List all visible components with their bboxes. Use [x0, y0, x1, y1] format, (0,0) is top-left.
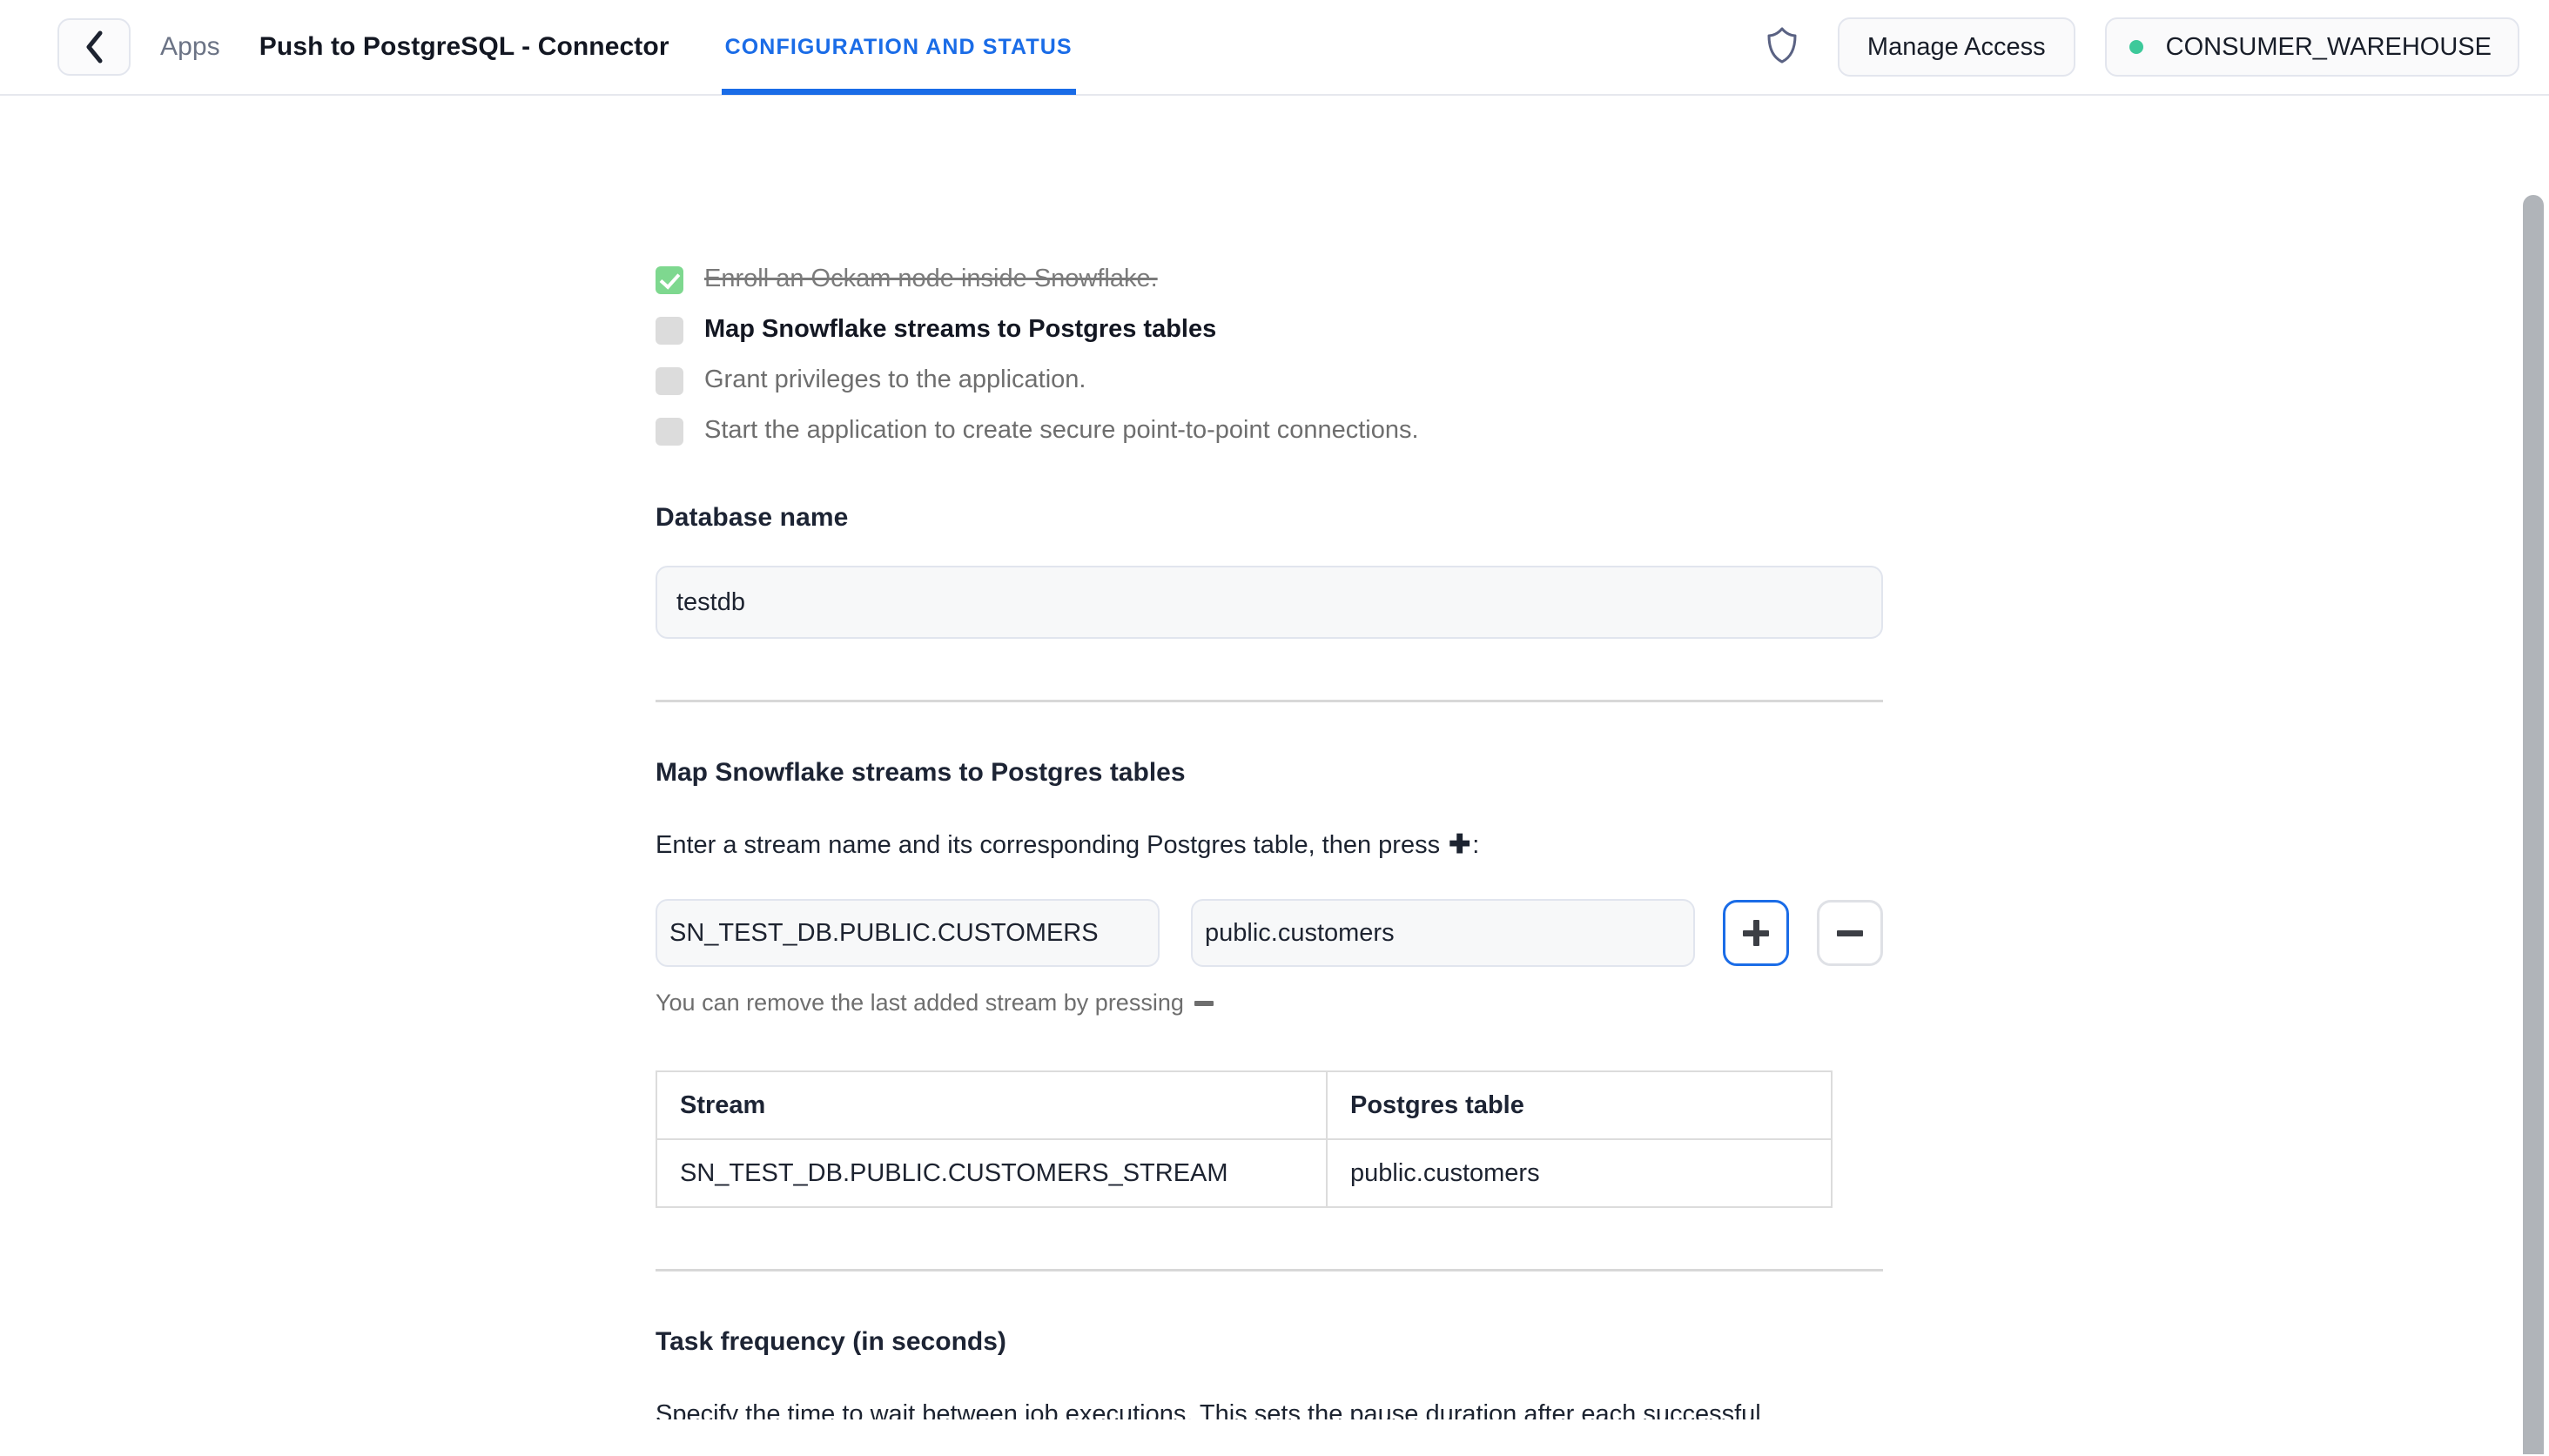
checklist-item-label: Map Snowflake streams to Postgres tables	[704, 315, 1217, 343]
checkbox-unchecked-icon[interactable]	[656, 418, 683, 446]
checklist-item-label: Grant privileges to the application.	[704, 366, 1086, 393]
setup-checklist: Enroll an Ockam node inside Snowflake. M…	[656, 261, 1883, 454]
plus-icon	[1743, 920, 1769, 946]
checkbox-checked-icon[interactable]	[656, 266, 683, 294]
cell-stream: SN_TEST_DB.PUBLIC.CUSTOMERS_STREAM	[656, 1138, 1328, 1208]
manage-access-label: Manage Access	[1866, 32, 2046, 61]
main-scroll-area: Enroll an Ockam node inside Snowflake. M…	[0, 96, 2549, 1454]
checklist-item-label: Enroll an Ockam node inside Snowflake.	[704, 265, 1158, 292]
stream-mapping-input-row	[656, 899, 1883, 967]
tab-active-underline	[721, 89, 1076, 95]
tab-label: CONFIGURATION AND STATUS	[724, 34, 1073, 59]
minus-icon	[1837, 929, 1863, 936]
section-divider	[656, 1269, 1883, 1271]
task-frequency-description: Specify the time to wait between job exe…	[656, 1400, 1761, 1419]
database-name-label: Database name	[656, 503, 849, 532]
back-button[interactable]	[57, 18, 131, 76]
checklist-item-map-streams[interactable]: Map Snowflake streams to Postgres tables	[656, 312, 1883, 353]
mapping-instruction-text-before: Enter a stream name and its correspondin…	[656, 831, 1448, 859]
stream-mapping-table: Stream Postgres table SN_TEST_DB.PUBLIC.…	[656, 1070, 1833, 1208]
top-navigation-bar: Apps Push to PostgreSQL - Connector CONF…	[0, 0, 2549, 96]
checklist-item-label: Start the application to create secure p…	[704, 416, 1419, 444]
table-row: SN_TEST_DB.PUBLIC.CUSTOMERS_STREAM publi…	[656, 1138, 1833, 1208]
table-header-row: Stream Postgres table	[656, 1070, 1833, 1140]
shield-icon-button[interactable]	[1756, 21, 1808, 73]
manage-access-button[interactable]: Manage Access	[1837, 17, 2075, 77]
checkbox-unchecked-icon[interactable]	[656, 317, 683, 345]
postgres-table-input[interactable]	[1191, 899, 1695, 967]
chevron-left-icon	[83, 30, 105, 64]
checklist-item-grant-privileges[interactable]: Grant privileges to the application.	[656, 362, 1883, 404]
checklist-item-start-application[interactable]: Start the application to create secure p…	[656, 413, 1883, 454]
minus-glyph-inline	[1194, 1000, 1214, 1006]
configuration-panel: Enroll an Ockam node inside Snowflake. M…	[656, 96, 1883, 1419]
remove-stream-hint-text: You can remove the last added stream by …	[656, 990, 1184, 1016]
add-stream-button[interactable]	[1723, 900, 1789, 966]
warehouse-status-dot	[2129, 40, 2143, 54]
task-frequency-heading: Task frequency (in seconds)	[656, 1327, 1006, 1356]
column-header-postgres-table: Postgres table	[1326, 1070, 1833, 1140]
mapping-instruction: Enter a stream name and its correspondin…	[656, 826, 1883, 864]
stream-name-input[interactable]	[656, 899, 1160, 967]
warehouse-selector[interactable]: CONSUMER_WAREHOUSE	[2104, 17, 2519, 77]
warehouse-label: CONSUMER_WAREHOUSE	[2165, 32, 2492, 61]
breadcrumb-connector-title: Push to PostgreSQL - Connector	[259, 32, 669, 61]
database-name-input[interactable]	[656, 566, 1883, 639]
section-divider	[656, 700, 1883, 702]
checklist-item-enroll-node[interactable]: Enroll an Ockam node inside Snowflake.	[656, 261, 1883, 303]
mapping-section-heading: Map Snowflake streams to Postgres tables	[656, 758, 1186, 787]
checkbox-unchecked-icon[interactable]	[656, 367, 683, 395]
mapping-instruction-text-after: :	[1472, 831, 1480, 859]
vertical-scrollbar[interactable]	[2523, 193, 2544, 1454]
remove-stream-button[interactable]	[1817, 900, 1883, 966]
plus-glyph-inline: ✚	[1449, 830, 1471, 859]
remove-stream-hint: You can remove the last added stream by …	[656, 990, 1883, 1017]
shield-icon	[1765, 26, 1799, 69]
tab-configuration-and-status[interactable]: CONFIGURATION AND STATUS	[721, 0, 1076, 95]
breadcrumb-apps[interactable]: Apps	[160, 32, 220, 62]
cell-postgres-table: public.customers	[1326, 1138, 1833, 1208]
scrollbar-thumb[interactable]	[2523, 195, 2544, 1454]
column-header-stream: Stream	[656, 1070, 1328, 1140]
